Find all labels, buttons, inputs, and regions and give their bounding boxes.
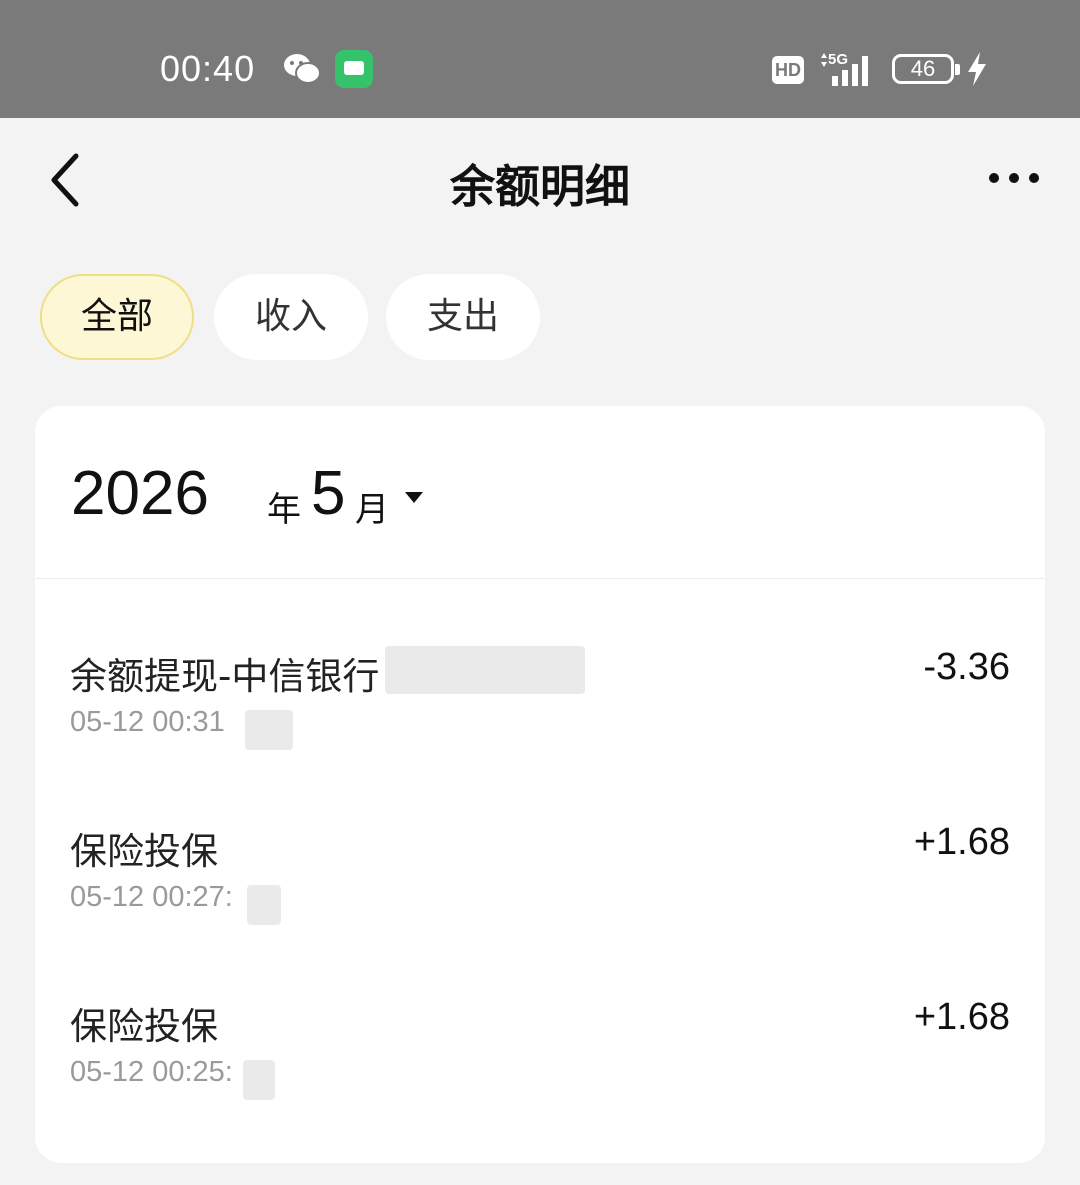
tab-income[interactable]: 收入 [214, 274, 368, 360]
hd-icon: HD [772, 56, 804, 84]
transaction-time: 05-12 00:31 [70, 706, 225, 738]
transaction-row[interactable]: 余额提现-中信银行 05-12 00:31 -3.36 [35, 646, 1045, 806]
transaction-time: 05-12 00:27: [70, 881, 233, 913]
tab-expense[interactable]: 支出 [386, 274, 540, 360]
divider [35, 578, 1045, 579]
svg-text:5G: 5G [828, 51, 848, 68]
transaction-time: 05-12 00:25: [70, 1056, 233, 1088]
charging-icon [968, 52, 986, 86]
year-unit: 年 [267, 490, 301, 530]
5g-signal-icon: 5G [821, 51, 868, 86]
transaction-title: 保险投保 [70, 830, 218, 873]
redacted-blur [247, 885, 281, 925]
transaction-amount: +1.68 [913, 821, 1010, 863]
month-value: 5 [311, 459, 346, 528]
redacted-blur [385, 646, 585, 694]
status-bar: 00:40 HD 5G 46 [0, 0, 1080, 118]
status-time: 00:40 [160, 48, 256, 89]
messages-app-icon [335, 50, 373, 88]
transactions-card: 2026 年 5 月 余额提现-中信银行 05-12 00:31 -3.36 保… [35, 406, 1045, 1163]
year-value: 2026 [71, 459, 209, 528]
transaction-amount: -3.36 [923, 646, 1010, 688]
redacted-blur [243, 1060, 275, 1100]
month-unit: 月 [355, 490, 389, 530]
caret-down-icon [405, 492, 423, 503]
transaction-amount: +1.68 [913, 996, 1010, 1038]
transaction-title: 保险投保 [70, 1005, 218, 1048]
transaction-title: 余额提现-中信银行 [70, 655, 380, 698]
wechat-icon [284, 54, 321, 84]
transaction-row[interactable]: 保险投保 05-12 00:27: +1.68 [35, 821, 1045, 981]
transaction-row[interactable]: 保险投保 05-12 00:25: +1.68 [35, 996, 1045, 1156]
page-title: 余额明细 [449, 160, 630, 213]
tab-all[interactable]: 全部 [40, 274, 194, 360]
more-options-button[interactable] [980, 160, 1050, 200]
redacted-blur [245, 710, 293, 750]
battery-icon: 46 [892, 54, 960, 84]
